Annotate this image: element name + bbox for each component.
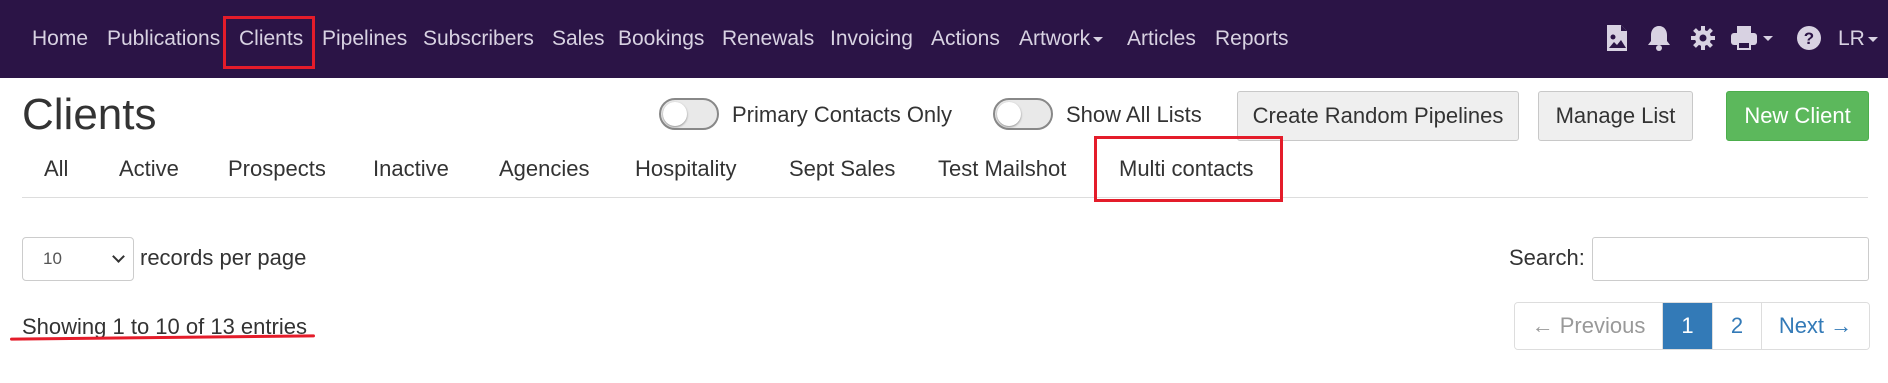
top-navbar: Home Publications Clients Pipelines Subs… [0, 0, 1888, 78]
caret-down-icon [1867, 36, 1878, 42]
svg-text:?: ? [1804, 29, 1814, 48]
new-client-button[interactable]: New Client [1726, 91, 1869, 141]
primary-contacts-label: Primary Contacts Only [732, 102, 953, 127]
help-icon[interactable]: ? [1796, 24, 1822, 57]
bell-icon[interactable] [1646, 24, 1672, 57]
tab-inactive[interactable]: Inactive [373, 156, 449, 182]
page-size-select[interactable]: 10 [22, 237, 134, 281]
nav-clients[interactable]: Clients [239, 27, 303, 51]
tab-agencies[interactable]: Agencies [499, 156, 590, 182]
next-page-button[interactable]: Next → [1762, 303, 1869, 349]
nav-articles[interactable]: Articles [1127, 27, 1196, 51]
tab-test-mailshot[interactable]: Test Mailshot [938, 156, 1066, 182]
page-1-button[interactable]: 1 [1663, 303, 1713, 349]
previous-page-button[interactable]: ← Previous [1515, 303, 1663, 349]
manage-list-button[interactable]: Manage List [1538, 91, 1693, 141]
tab-hospitality[interactable]: Hospitality [635, 156, 736, 182]
tab-sept-sales[interactable]: Sept Sales [789, 156, 895, 182]
image-icon[interactable] [1605, 24, 1629, 57]
nav-invoicing[interactable]: Invoicing [830, 27, 913, 51]
chevron-down-icon [112, 250, 125, 263]
records-per-page-label: records per page [140, 245, 307, 270]
nav-sales[interactable]: Sales [552, 27, 605, 51]
printer-icon[interactable] [1730, 24, 1774, 57]
gear-icon[interactable] [1690, 24, 1716, 57]
page-size-value: 10 [43, 249, 62, 268]
nav-artwork[interactable]: Artwork [1019, 27, 1104, 51]
tabs-divider [22, 197, 1868, 198]
search-input[interactable] [1592, 237, 1869, 281]
show-all-lists-label: Show All Lists [1066, 102, 1202, 127]
page-2-button[interactable]: 2 [1713, 303, 1762, 349]
caret-down-icon [1093, 36, 1104, 42]
user-initials: LR [1838, 27, 1865, 50]
create-random-pipelines-button[interactable]: Create Random Pipelines [1237, 91, 1519, 141]
show-all-lists-toggle[interactable] [993, 98, 1053, 130]
nav-home[interactable]: Home [32, 27, 88, 51]
toggle-knob [997, 102, 1021, 126]
nav-bookings[interactable]: Bookings [618, 27, 704, 51]
tab-multi-contacts[interactable]: Multi contacts [1119, 156, 1254, 182]
tab-active[interactable]: Active [119, 156, 179, 182]
pagination: ← Previous 1 2 Next → [1514, 302, 1870, 350]
nav-subscribers[interactable]: Subscribers [423, 27, 534, 51]
nav-reports[interactable]: Reports [1215, 27, 1289, 51]
nav-renewals[interactable]: Renewals [722, 27, 814, 51]
nav-actions[interactable]: Actions [931, 27, 1000, 51]
search-label: Search: [1509, 245, 1585, 270]
nav-pipelines[interactable]: Pipelines [322, 27, 407, 51]
tab-prospects[interactable]: Prospects [228, 156, 326, 182]
tab-all[interactable]: All [44, 156, 68, 182]
page-title: Clients [22, 90, 157, 139]
nav-publications[interactable]: Publications [107, 27, 220, 51]
primary-contacts-toggle[interactable] [659, 98, 719, 130]
nav-artwork-label: Artwork [1019, 27, 1091, 50]
toggle-knob [663, 102, 687, 126]
user-menu[interactable]: LR [1838, 27, 1878, 51]
